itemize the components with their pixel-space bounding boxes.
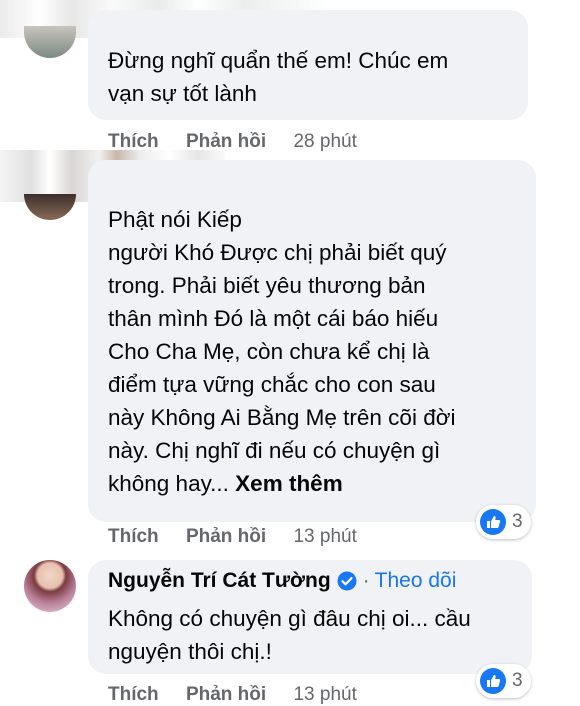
comment-timestamp[interactable]: 13 phút — [293, 526, 356, 547]
comment-header: Nguyễn Trí Cát Tường · Theo dõi — [108, 569, 456, 593]
comment-timestamp[interactable]: 28 phút — [293, 131, 356, 152]
avatar-author[interactable] — [24, 560, 76, 612]
reaction-summary[interactable]: 3 — [476, 664, 531, 698]
reaction-summary[interactable]: 3 — [476, 505, 531, 539]
thumbs-up-icon — [480, 509, 506, 535]
comment-text: Không có chuyện gì đâu chị oi... cầu ngu… — [108, 606, 471, 664]
separator-dot: · — [362, 569, 370, 592]
comment-text: Phật nói Kiếp người Khó Được chị phải bi… — [108, 203, 528, 500]
avatar-commenter-1[interactable] — [24, 26, 76, 58]
verified-badge-icon — [337, 571, 357, 591]
avatar-commenter-2[interactable] — [24, 194, 76, 220]
like-link[interactable]: Thích — [108, 684, 159, 705]
like-link[interactable]: Thích — [108, 131, 159, 152]
follow-link[interactable]: Theo dõi — [375, 569, 457, 593]
see-more-link[interactable]: Xem thêm — [235, 471, 343, 496]
comment-actions: Thích Phản hồi 13 phút — [108, 684, 357, 706]
reaction-count: 3 — [512, 511, 523, 532]
reaction-count: 3 — [512, 670, 523, 691]
reply-link[interactable]: Phản hồi — [186, 526, 266, 547]
comment-timestamp[interactable]: 13 phút — [293, 684, 356, 705]
thumbs-up-icon — [480, 668, 506, 694]
like-link[interactable]: Thích — [108, 526, 159, 547]
comment-actions: Thích Phản hồi 13 phút — [108, 526, 357, 548]
reply-link[interactable]: Phản hồi — [186, 684, 266, 705]
author-name[interactable]: Nguyễn Trí Cát Tường — [108, 569, 331, 593]
reply-link[interactable]: Phản hồi — [186, 131, 266, 152]
comment-text-body: Phật nói Kiếp người Khó Được chị phải bi… — [108, 207, 456, 496]
comment-text: Đừng nghĩ quẩn thế em! Chúc em vạn sự tố… — [108, 48, 449, 106]
